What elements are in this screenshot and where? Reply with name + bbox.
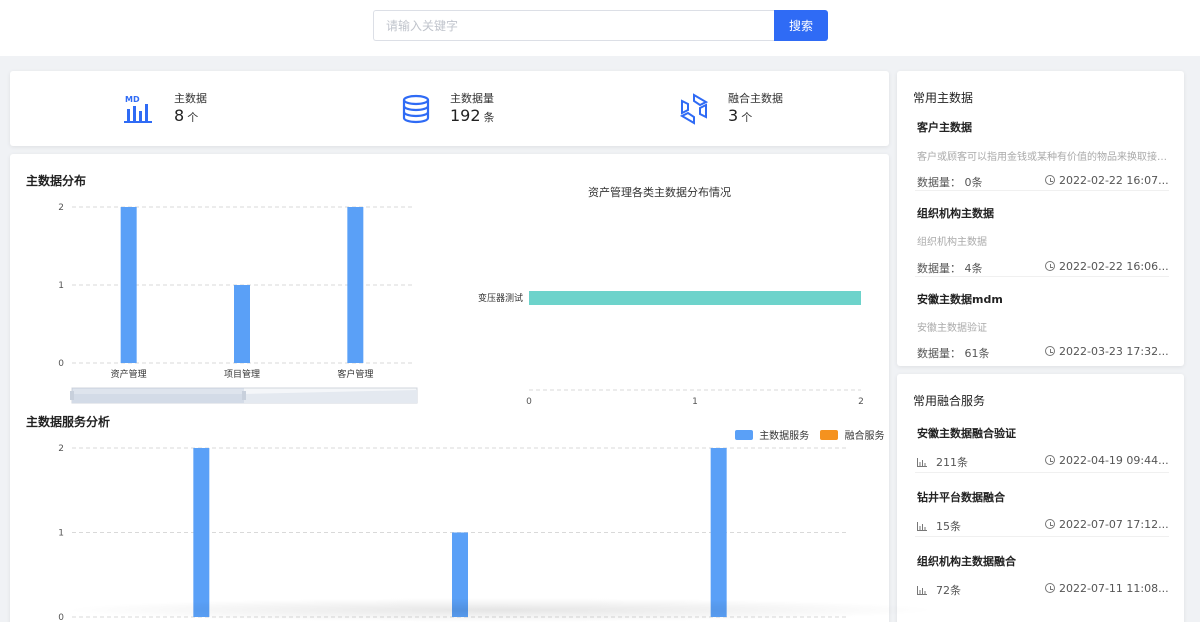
y-tick-label: 0	[58, 359, 64, 369]
bar	[710, 448, 727, 617]
bar	[193, 448, 210, 617]
y-tick-label: 1	[58, 281, 64, 291]
fusion-item-count: 72条	[917, 582, 961, 598]
stat-unit: 个	[741, 111, 753, 124]
fusion-item-time: 2022-07-11 11:08...	[1045, 582, 1169, 595]
bar-chart-icon	[917, 522, 927, 531]
clock-icon	[1045, 175, 1055, 185]
fusion-item-name[interactable]: 组织机构主数据融合	[917, 553, 1016, 569]
fusion-item-name[interactable]: 安徽主数据融合验证	[917, 425, 1016, 441]
md-item-name[interactable]: 组织机构主数据	[917, 205, 994, 221]
fusion-item-time: 2022-04-19 09:44...	[1045, 454, 1169, 467]
search-button[interactable]: 搜索	[774, 10, 828, 41]
y-tick-label: 变压器测试	[478, 292, 523, 304]
charts-card: 主数据分布 资产管理各类主数据分布情况 主数据服务分析 0 1 2 资产管理 项目管理客…	[10, 154, 889, 622]
bar	[234, 285, 250, 363]
y-tick-label: 1	[58, 529, 64, 539]
x-tick-label: 0	[526, 397, 532, 407]
clock-icon	[1045, 455, 1055, 465]
md-item-count: 数据量： 4条	[917, 262, 983, 275]
x-tick-label: 项目管理	[224, 368, 260, 380]
x-tick-label: 客户管理	[337, 368, 373, 380]
md-item-desc: 安徽主数据验证	[917, 323, 987, 334]
bar-chart-icon	[917, 458, 927, 467]
md-chart-icon: MD	[124, 95, 152, 123]
fusion-item-count: 15条	[917, 518, 961, 534]
bar	[529, 291, 861, 305]
common-md-title: 常用主数据	[913, 91, 974, 105]
fusion-icon	[679, 93, 709, 125]
stat-label: 主数据	[174, 92, 207, 105]
stat-label: 融合主数据	[728, 92, 783, 105]
md-item-time: 2022-02-22 16:07...	[1045, 174, 1169, 187]
stat-value: 3个	[728, 106, 753, 125]
bar-chart-icon	[917, 586, 927, 595]
legend-swatch-master[interactable]	[735, 430, 753, 440]
service-legend: 主数据服务 融合服务	[735, 427, 885, 442]
clock-icon	[1045, 583, 1055, 593]
stat-data-volume: 主数据量 192 条	[400, 71, 600, 146]
fusion-item-time: 2022-07-07 17:12...	[1045, 518, 1169, 531]
divider	[915, 472, 1169, 473]
clock-icon	[1045, 519, 1055, 529]
x-tick-label: 2	[858, 397, 864, 407]
zoom-slider-window	[72, 388, 244, 403]
y-tick-label: 2	[58, 203, 64, 213]
stat-fusion: 融合主数据 3个	[678, 71, 878, 146]
bar	[120, 207, 137, 363]
stat-unit: 个	[187, 111, 199, 124]
legend-label-fusion[interactable]: 融合服务	[845, 431, 885, 442]
fusion-item-name[interactable]: 钻井平台数据融合	[917, 489, 1005, 505]
stat-value: 8个	[174, 106, 199, 125]
clock-icon	[1045, 346, 1055, 356]
md-item-count: 数据量： 0条	[917, 176, 983, 189]
legend-label-master[interactable]: 主数据服务	[759, 431, 809, 442]
clock-icon	[1045, 261, 1055, 271]
fusion-item-count: 211条	[917, 454, 968, 470]
zoom-handle-right	[242, 391, 246, 400]
fusion-title: 常用融合服务	[913, 394, 986, 408]
database-icon	[402, 94, 430, 124]
zoom-handle-left	[70, 391, 74, 400]
stat-master-data: MD 主数据 8个	[124, 71, 324, 146]
fusion-panel: 常用融合服务 安徽主数据融合验证 211条 2022-04-19 09:44..…	[897, 374, 1184, 622]
x-tick-label: 1	[692, 397, 698, 407]
y-tick-label: 2	[58, 444, 64, 454]
charts-svg: 012资产管理项目管理客户管理012变压器测试012	[58, 203, 864, 622]
stat-unit: 条	[483, 111, 495, 124]
md-item-name[interactable]: 安徽主数据mdm	[917, 291, 1003, 307]
x-tick-label: 资产管理	[111, 368, 147, 380]
stats-card: MD 主数据 8个 主数据量 192 条 融合主数据 3个	[10, 71, 889, 146]
divider	[915, 536, 1169, 537]
md-item-desc: 组织机构主数据	[917, 237, 987, 248]
legend-swatch-fusion[interactable]	[820, 430, 839, 440]
top-bar: 搜索	[0, 0, 1200, 56]
md-item-time: 2022-02-22 16:06...	[1045, 260, 1169, 273]
md-item-count: 数据量： 61条	[917, 347, 990, 360]
svg-text:MD: MD	[125, 95, 140, 104]
md-item-name[interactable]: 客户主数据	[917, 119, 972, 135]
stat-label: 主数据量	[450, 92, 494, 105]
md-item-time: 2022-03-23 17:32...	[1045, 345, 1169, 358]
search-input[interactable]	[373, 10, 775, 41]
divider	[915, 190, 1169, 191]
common-md-panel: 常用主数据 客户主数据 客户或顾客可以指用金钱或某种有价值的物品来换取接受财产、…	[897, 71, 1184, 366]
stat-value: 192 条	[450, 106, 495, 125]
bottom-shadow	[60, 598, 940, 622]
divider	[915, 276, 1169, 277]
md-item-desc: 客户或顾客可以指用金钱或某种有价值的物品来换取接受财产、服务、产品或某种创意的自…	[917, 152, 1167, 163]
bar	[347, 207, 364, 363]
